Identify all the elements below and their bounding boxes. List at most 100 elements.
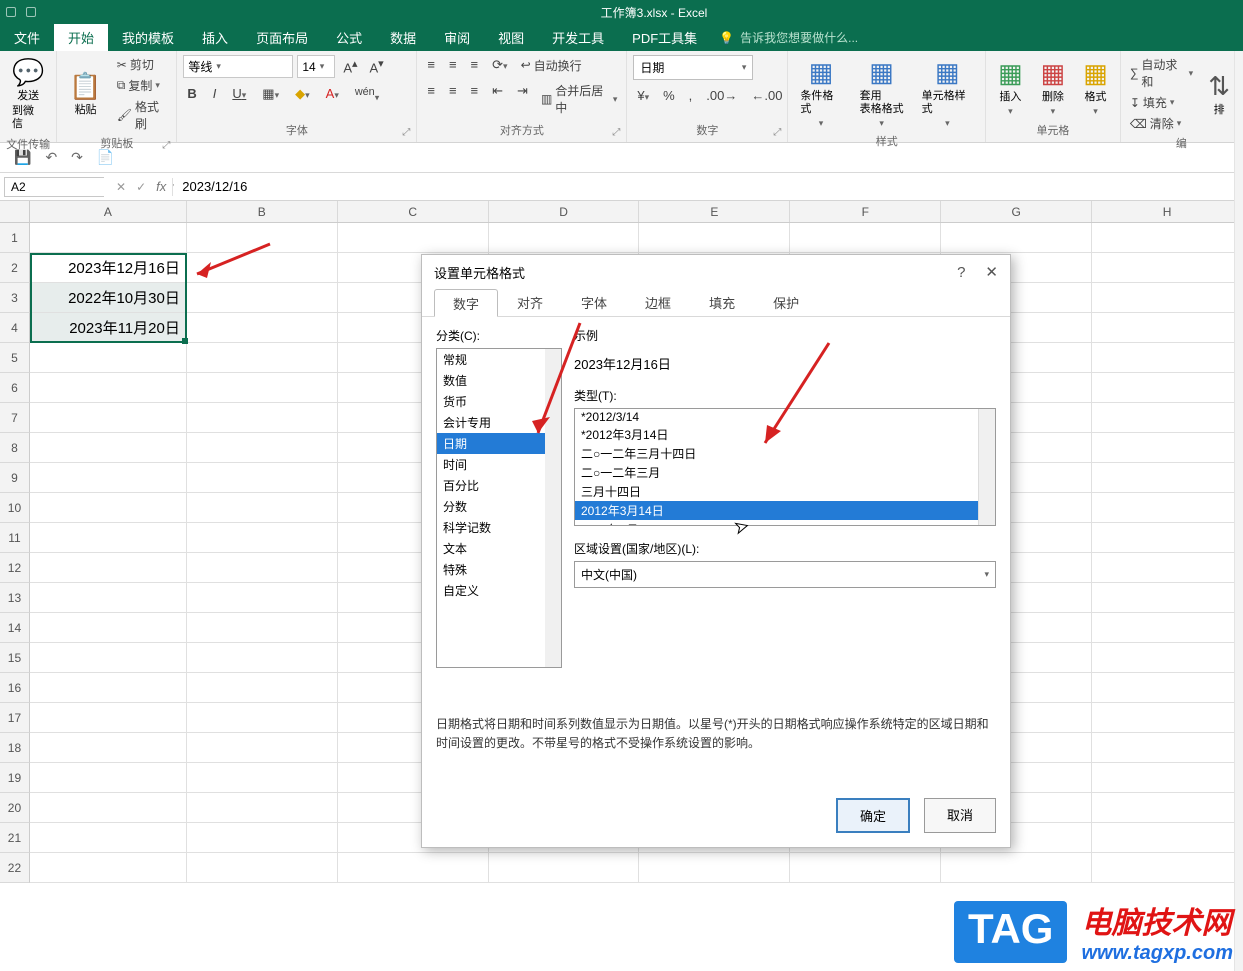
locale-select[interactable]: 中文(中国) ▾ bbox=[574, 561, 996, 588]
cell[interactable] bbox=[30, 493, 187, 523]
type-list[interactable]: *2012/3/14*2012年3月14日二○一二年三月十四日二○一二年三月三月… bbox=[574, 408, 996, 526]
type-item[interactable]: 三月十四日 bbox=[575, 482, 995, 501]
align-bottom-icon[interactable]: ≡ bbox=[467, 55, 483, 75]
cell[interactable] bbox=[30, 523, 187, 553]
conditional-format-button[interactable]: ▦条件格式▾ bbox=[794, 55, 847, 131]
paste-button[interactable]: 📋 粘贴 bbox=[63, 69, 107, 119]
redo-icon[interactable]: ↷ bbox=[71, 149, 83, 166]
dialog-launcher-icon[interactable]: ⤢ bbox=[402, 127, 410, 138]
dialog-launcher-icon[interactable]: ⤢ bbox=[773, 127, 781, 138]
category-item[interactable]: 数值 bbox=[437, 370, 545, 391]
cell[interactable] bbox=[1092, 793, 1243, 823]
cell[interactable] bbox=[187, 583, 338, 613]
row-header[interactable]: 13 bbox=[0, 583, 30, 613]
cell[interactable] bbox=[187, 553, 338, 583]
cell[interactable] bbox=[1092, 763, 1243, 793]
italic-button[interactable]: I bbox=[209, 84, 221, 105]
increase-decimal-button[interactable]: .00→ bbox=[702, 86, 741, 105]
cell[interactable] bbox=[187, 463, 338, 493]
cell[interactable] bbox=[30, 853, 187, 883]
cell[interactable] bbox=[187, 253, 338, 283]
dialog-tab-font[interactable]: 字体 bbox=[562, 289, 626, 316]
dialog-close-icon[interactable]: ✕ bbox=[985, 263, 998, 281]
col-header-H[interactable]: H bbox=[1092, 201, 1243, 222]
cell[interactable] bbox=[1092, 733, 1243, 763]
cell[interactable] bbox=[30, 403, 187, 433]
category-item[interactable]: 特殊 bbox=[437, 559, 545, 580]
dialog-tab-align[interactable]: 对齐 bbox=[498, 289, 562, 316]
tab-my-templates[interactable]: 我的模板 bbox=[108, 24, 188, 51]
cell[interactable] bbox=[187, 223, 338, 253]
font-name-select[interactable]: 等线▾ bbox=[183, 55, 293, 78]
cell[interactable] bbox=[30, 583, 187, 613]
cell[interactable] bbox=[187, 823, 338, 853]
formula-input[interactable] bbox=[174, 177, 1243, 196]
decrease-decimal-button[interactable]: ←.00 bbox=[747, 86, 786, 105]
cell[interactable] bbox=[1092, 523, 1243, 553]
dialog-launcher-icon[interactable]: ⤢ bbox=[162, 140, 170, 151]
wrap-text-button[interactable]: ↩自动换行 bbox=[518, 55, 585, 75]
category-item[interactable]: 日期 bbox=[437, 433, 545, 454]
tab-file[interactable]: 文件 bbox=[0, 24, 54, 51]
cell[interactable] bbox=[30, 733, 187, 763]
cell[interactable] bbox=[1092, 313, 1243, 343]
align-left-icon[interactable]: ≡ bbox=[423, 81, 439, 117]
copy-button[interactable]: ⧉复制▾ bbox=[114, 76, 171, 95]
scroll-thumb[interactable] bbox=[981, 427, 993, 455]
cell[interactable] bbox=[1092, 553, 1243, 583]
cell[interactable] bbox=[489, 223, 640, 253]
cell[interactable] bbox=[187, 673, 338, 703]
row-header[interactable]: 14 bbox=[0, 613, 30, 643]
cell[interactable] bbox=[1092, 283, 1243, 313]
cell[interactable] bbox=[30, 433, 187, 463]
dialog-tab-number[interactable]: 数字 bbox=[434, 289, 498, 317]
cell[interactable] bbox=[187, 793, 338, 823]
category-item[interactable]: 自定义 bbox=[437, 580, 545, 601]
phonetic-button[interactable]: wén▾ bbox=[351, 84, 383, 105]
dialog-help-icon[interactable]: ? bbox=[957, 264, 965, 281]
tab-review[interactable]: 审阅 bbox=[430, 24, 484, 51]
type-item[interactable]: 2012年3月14日 bbox=[575, 501, 995, 520]
type-item[interactable]: *2012/3/14 bbox=[575, 409, 995, 425]
merge-center-button[interactable]: ▥合并后居中▾ bbox=[538, 81, 620, 117]
type-item[interactable]: *2012年3月14日 bbox=[575, 425, 995, 444]
insert-cells-button[interactable]: ▦插入▾ bbox=[992, 56, 1029, 119]
dialog-tab-fill[interactable]: 填充 bbox=[690, 289, 754, 316]
row-header[interactable]: 3 bbox=[0, 283, 30, 313]
cell[interactable] bbox=[489, 853, 640, 883]
cell[interactable] bbox=[30, 763, 187, 793]
cell[interactable] bbox=[187, 433, 338, 463]
type-item[interactable]: 二○一二年三月 bbox=[575, 463, 995, 482]
col-header-A[interactable]: A bbox=[30, 201, 187, 222]
row-header[interactable]: 5 bbox=[0, 343, 30, 373]
format-as-table-button[interactable]: ▦套用 表格格式▾ bbox=[854, 55, 910, 131]
window-controls[interactable] bbox=[0, 7, 65, 17]
cell[interactable] bbox=[1092, 853, 1243, 883]
fill-color-button[interactable]: ◆▾ bbox=[291, 84, 314, 105]
cell[interactable] bbox=[1092, 253, 1243, 283]
dialog-tab-border[interactable]: 边框 bbox=[626, 289, 690, 316]
cell[interactable] bbox=[30, 823, 187, 853]
category-item[interactable]: 百分比 bbox=[437, 475, 545, 496]
font-color-button[interactable]: A▾ bbox=[322, 84, 343, 105]
cell[interactable] bbox=[187, 313, 338, 343]
decrease-font-icon[interactable]: A▾ bbox=[365, 55, 387, 78]
row-header[interactable]: 4 bbox=[0, 313, 30, 343]
cell[interactable]: 2023年12月16日 bbox=[30, 253, 187, 283]
cell[interactable] bbox=[338, 223, 489, 253]
col-header-D[interactable]: D bbox=[489, 201, 640, 222]
row-header[interactable]: 9 bbox=[0, 463, 30, 493]
cell[interactable] bbox=[790, 853, 941, 883]
category-item[interactable]: 分数 bbox=[437, 496, 545, 517]
control-icon[interactable] bbox=[6, 7, 16, 17]
align-right-icon[interactable]: ≡ bbox=[467, 81, 483, 117]
border-button[interactable]: ▦▾ bbox=[258, 84, 283, 105]
col-header-G[interactable]: G bbox=[941, 201, 1092, 222]
underline-button[interactable]: U▾ bbox=[228, 84, 250, 105]
row-header[interactable]: 6 bbox=[0, 373, 30, 403]
orientation-icon[interactable]: ⟳▾ bbox=[488, 55, 511, 75]
cell[interactable] bbox=[1092, 673, 1243, 703]
sort-filter-button[interactable]: ⇅排 bbox=[1202, 69, 1236, 119]
cell[interactable] bbox=[187, 403, 338, 433]
row-header[interactable]: 7 bbox=[0, 403, 30, 433]
